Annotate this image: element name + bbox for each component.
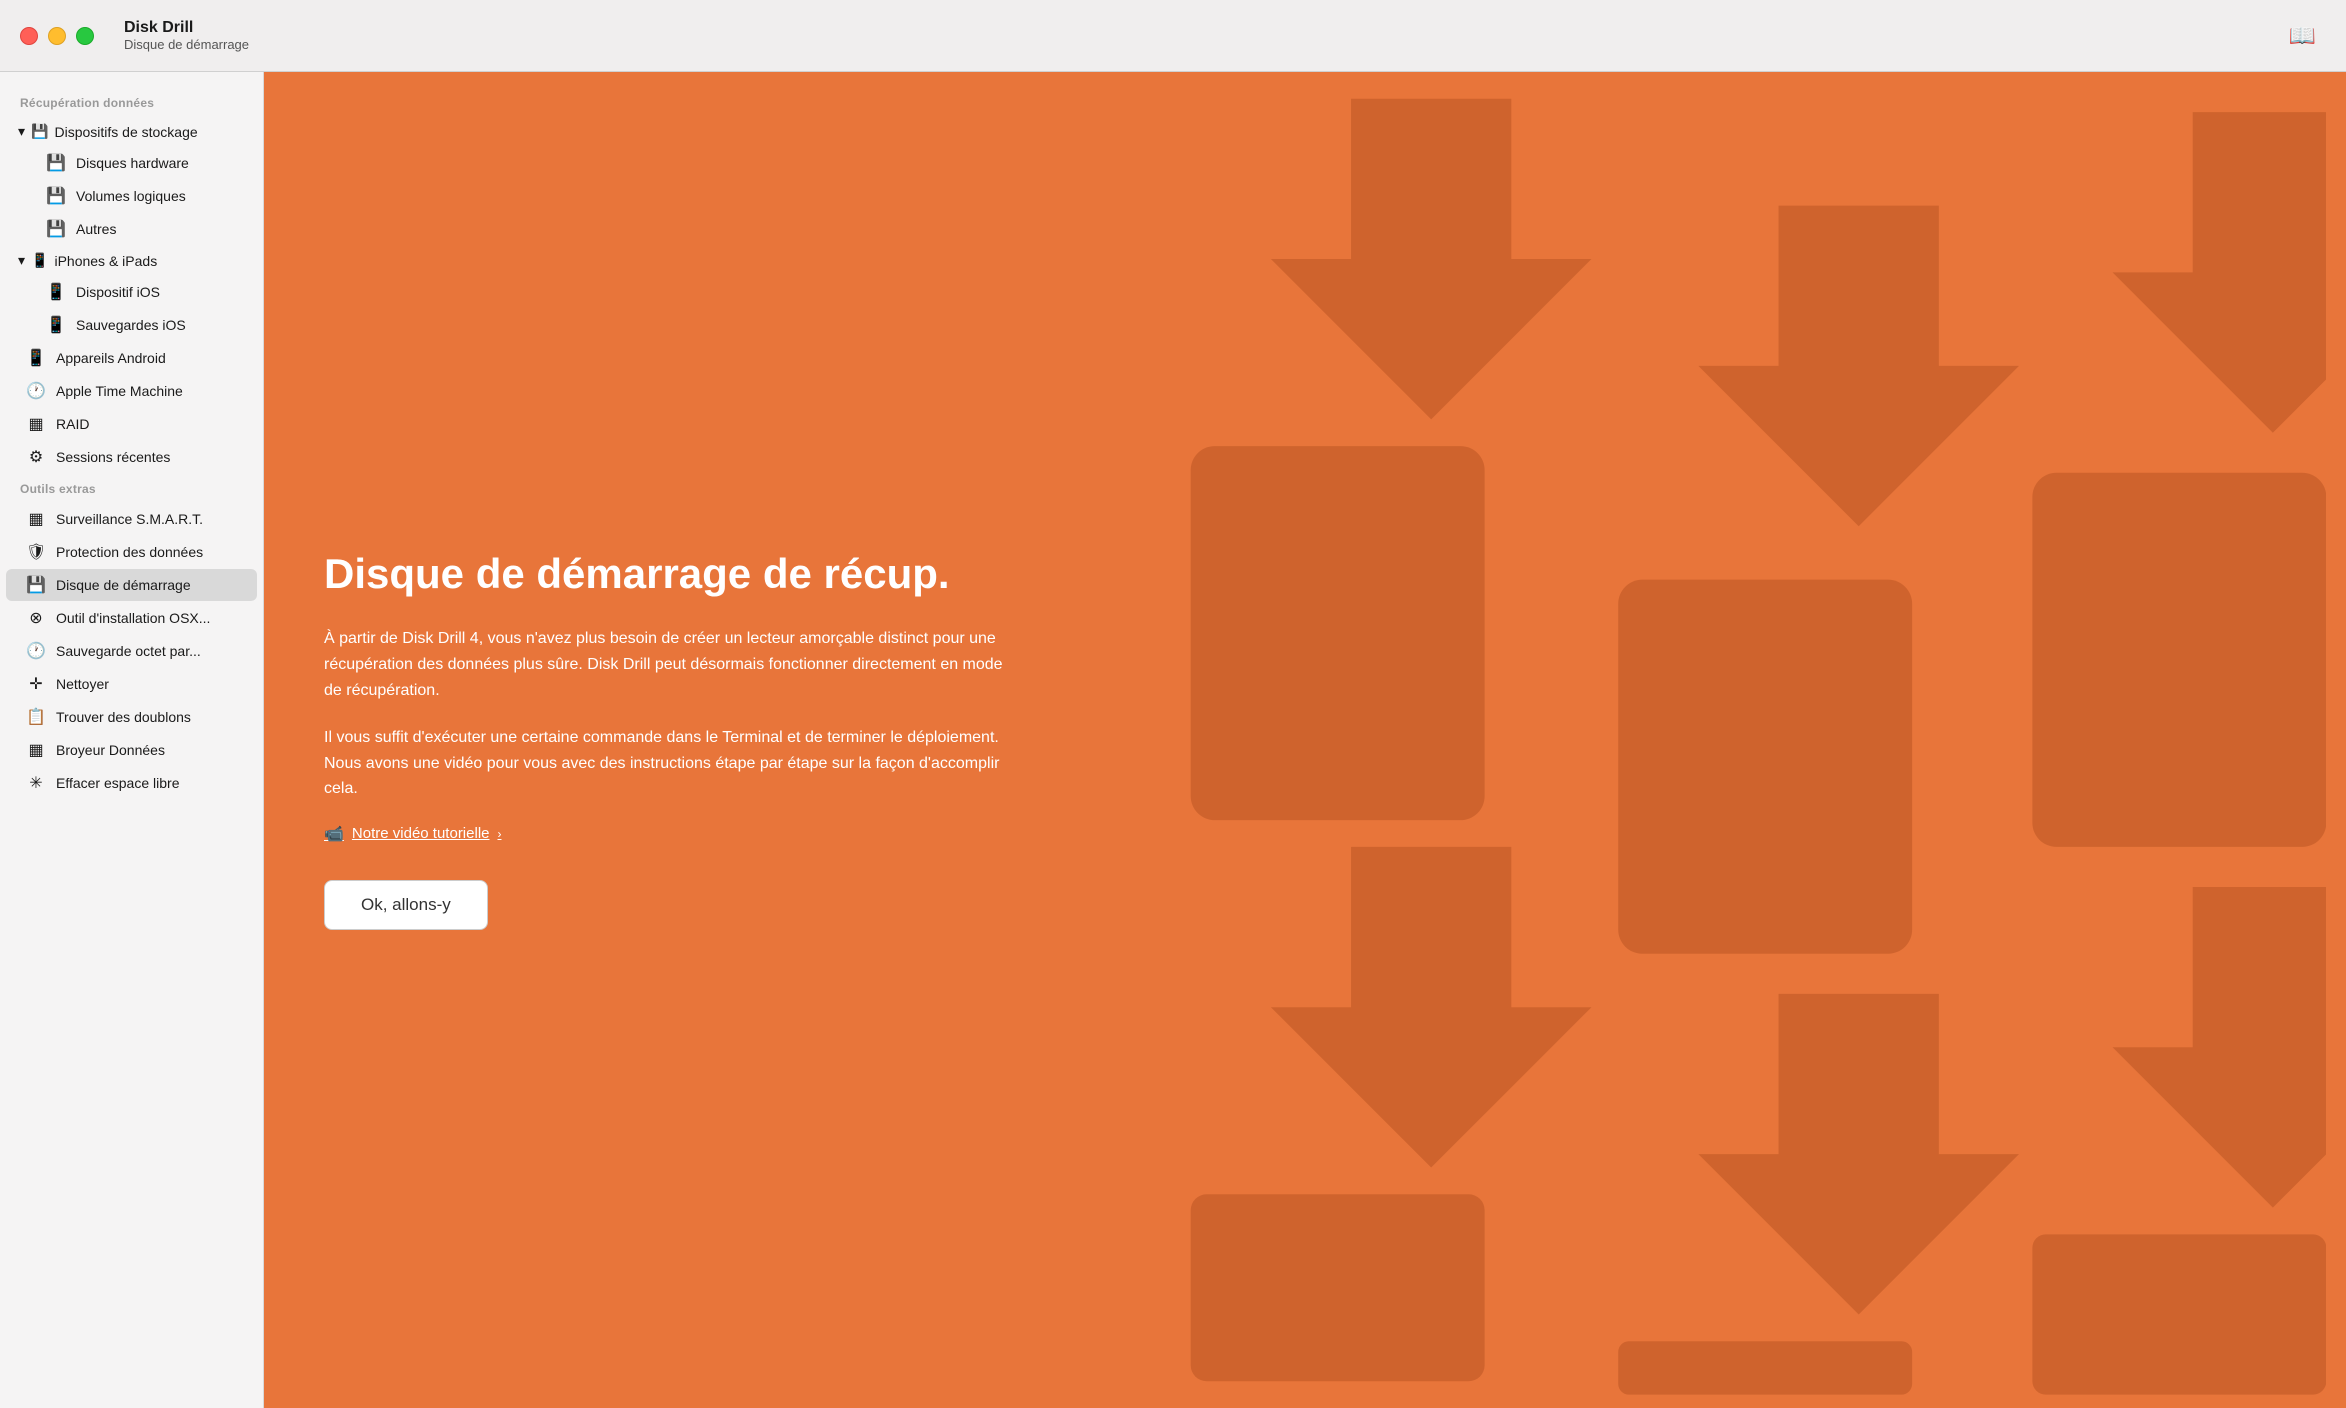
titlebar-subtitle: Disque de démarrage bbox=[124, 37, 249, 52]
content-para1: À partir de Disk Drill 4, vous n'avez pl… bbox=[324, 626, 1024, 703]
disk-hw-icon: 💾 bbox=[46, 153, 66, 173]
protection-donnees-label: Protection des données bbox=[56, 544, 203, 560]
broyeur-label: Broyeur Données bbox=[56, 742, 165, 758]
sauvegarde-octet-icon: 🕐 bbox=[26, 641, 46, 661]
section-recuperation-label: Récupération données bbox=[0, 88, 263, 116]
protection-icon: 🛡 bbox=[26, 542, 46, 562]
surveillance-smart-label: Surveillance S.M.A.R.T. bbox=[56, 511, 203, 527]
sidebar-item-broyeur[interactable]: ▦ Broyeur Données bbox=[6, 734, 257, 766]
video-icon: 📹 bbox=[324, 824, 344, 844]
sessions-icon: ⚙ bbox=[26, 447, 46, 467]
sidebar-item-autres[interactable]: 💾 Autres bbox=[6, 213, 257, 245]
book-icon[interactable]: 📖 bbox=[2289, 23, 2316, 49]
sidebar-item-dispositifs-storage[interactable]: ▾ 💾 Dispositifs de stockage bbox=[6, 117, 257, 146]
sauvegardes-ios-icon: 📱 bbox=[46, 315, 66, 335]
close-button[interactable] bbox=[20, 27, 38, 45]
doublons-label: Trouver des doublons bbox=[56, 709, 191, 725]
appareils-android-label: Appareils Android bbox=[56, 350, 166, 366]
link-chevron-icon: › bbox=[498, 827, 502, 841]
iphones-group-label: iPhones & iPads bbox=[54, 253, 157, 269]
raid-icon: ▦ bbox=[26, 414, 46, 434]
nettoyer-label: Nettoyer bbox=[56, 676, 109, 692]
sidebar-item-doublons[interactable]: 📋 Trouver des doublons bbox=[6, 701, 257, 733]
effacer-icon: ✳ bbox=[26, 773, 46, 793]
maximize-button[interactable] bbox=[76, 27, 94, 45]
raid-label: RAID bbox=[56, 416, 89, 432]
background-decoration bbox=[973, 72, 2326, 1408]
app-title: Disk Drill bbox=[124, 19, 249, 37]
storage-icon: 💾 bbox=[31, 123, 48, 140]
storage-group-label: Dispositifs de stockage bbox=[54, 124, 197, 140]
sidebar-item-surveillance-smart[interactable]: ▦ Surveillance S.M.A.R.T. bbox=[6, 503, 257, 535]
sidebar: Récupération données ▾ 💾 Dispositifs de … bbox=[0, 72, 264, 1408]
doublons-icon: 📋 bbox=[26, 707, 46, 727]
sidebar-item-sauvegardes-ios[interactable]: 📱 Sauvegardes iOS bbox=[6, 309, 257, 341]
autres-label: Autres bbox=[76, 221, 116, 237]
apple-time-machine-label: Apple Time Machine bbox=[56, 383, 183, 399]
broyeur-icon: ▦ bbox=[26, 740, 46, 760]
sidebar-item-effacer-espace[interactable]: ✳ Effacer espace libre bbox=[6, 767, 257, 799]
time-machine-icon: 🕐 bbox=[26, 381, 46, 401]
iphone-icon: 📱 bbox=[31, 252, 48, 269]
sidebar-item-outil-osx[interactable]: ⊗ Outil d'installation OSX... bbox=[6, 602, 257, 634]
traffic-lights bbox=[20, 27, 94, 45]
outil-osx-label: Outil d'installation OSX... bbox=[56, 610, 210, 626]
content-area: Disque de démarrage de récup. À partir d… bbox=[264, 72, 2346, 1408]
sidebar-item-dispositif-ios[interactable]: 📱 Dispositif iOS bbox=[6, 276, 257, 308]
sidebar-item-apple-time-machine[interactable]: 🕐 Apple Time Machine bbox=[6, 375, 257, 407]
sidebar-item-protection-donnees[interactable]: 🛡 Protection des données bbox=[6, 536, 257, 568]
android-icon: 📱 bbox=[26, 348, 46, 368]
content-body: Disque de démarrage de récup. À partir d… bbox=[264, 72, 1084, 1408]
sauvegardes-ios-label: Sauvegardes iOS bbox=[76, 317, 186, 333]
ok-button[interactable]: Ok, allons-y bbox=[324, 880, 488, 930]
volumes-icon: 💾 bbox=[46, 186, 66, 206]
content-para2: Il vous suffit d'exécuter une certaine c… bbox=[324, 725, 1024, 802]
main-layout: Récupération données ▾ 💾 Dispositifs de … bbox=[0, 72, 2346, 1408]
titlebar: Disk Drill Disque de démarrage 📖 bbox=[0, 0, 2346, 72]
disque-demarrage-label: Disque de démarrage bbox=[56, 577, 191, 593]
sidebar-item-disques-hardware[interactable]: 💾 Disques hardware bbox=[6, 147, 257, 179]
nettoyer-icon: ✛ bbox=[26, 674, 46, 694]
disques-hardware-label: Disques hardware bbox=[76, 155, 189, 171]
sauvegarde-octet-label: Sauvegarde octet par... bbox=[56, 643, 201, 659]
titlebar-text: Disk Drill Disque de démarrage bbox=[124, 19, 249, 52]
section-outils-label: Outils extras bbox=[0, 474, 263, 502]
video-link-text: Notre vidéo tutorielle bbox=[352, 825, 490, 842]
sidebar-item-raid[interactable]: ▦ RAID bbox=[6, 408, 257, 440]
osx-icon: ⊗ bbox=[26, 608, 46, 628]
sessions-recentes-label: Sessions récentes bbox=[56, 449, 170, 465]
sidebar-item-volumes-logiques[interactable]: 💾 Volumes logiques bbox=[6, 180, 257, 212]
sidebar-item-sauvegarde-octet[interactable]: 🕐 Sauvegarde octet par... bbox=[6, 635, 257, 667]
sidebar-item-disque-demarrage[interactable]: 💾 Disque de démarrage bbox=[6, 569, 257, 601]
autres-icon: 💾 bbox=[46, 219, 66, 239]
video-link[interactable]: 📹 Notre vidéo tutorielle › bbox=[324, 824, 1024, 844]
sidebar-item-sessions-recentes[interactable]: ⚙ Sessions récentes bbox=[6, 441, 257, 473]
chevron-storage-icon: ▾ bbox=[18, 123, 25, 140]
sidebar-item-appareils-android[interactable]: 📱 Appareils Android bbox=[6, 342, 257, 374]
chevron-ios-icon: ▾ bbox=[18, 252, 25, 269]
content-title: Disque de démarrage de récup. bbox=[324, 550, 1024, 598]
smart-icon: ▦ bbox=[26, 509, 46, 529]
volumes-logiques-label: Volumes logiques bbox=[76, 188, 186, 204]
dispositif-ios-label: Dispositif iOS bbox=[76, 284, 160, 300]
sidebar-item-iphones-ipads-group[interactable]: ▾ 📱 iPhones & iPads bbox=[6, 246, 257, 275]
minimize-button[interactable] bbox=[48, 27, 66, 45]
sidebar-item-nettoyer[interactable]: ✛ Nettoyer bbox=[6, 668, 257, 700]
effacer-espace-label: Effacer espace libre bbox=[56, 775, 179, 791]
dispositif-ios-icon: 📱 bbox=[46, 282, 66, 302]
demarrage-icon: 💾 bbox=[26, 575, 46, 595]
